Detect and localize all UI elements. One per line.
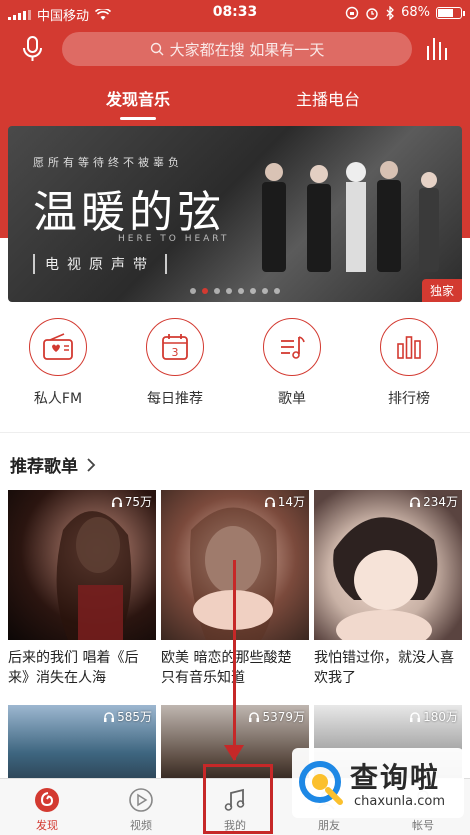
play-count: 585万 <box>103 708 152 725</box>
quick-entry-label: 私人FM <box>33 391 83 407</box>
recommended-playlists-header[interactable]: 推荐歌单 <box>10 452 96 477</box>
now-playing-icon[interactable] <box>424 34 452 62</box>
nav-label: 帐号 <box>412 819 434 832</box>
playlist-card[interactable]: 75万 后来的我们 唱着《后来》消失在人海 <box>8 490 156 688</box>
play-count: 14万 <box>264 493 305 510</box>
radio-icon <box>43 333 73 360</box>
banner-caption: 电视原声带 <box>33 254 167 274</box>
quick-entries: 私人FM 3 每日推荐 歌单 排行榜 <box>0 318 470 418</box>
play-count: 75万 <box>111 493 152 510</box>
quick-entry-label: 歌单 <box>278 391 306 407</box>
headphones-icon <box>410 711 421 722</box>
battery-percent: 68% <box>401 5 430 20</box>
nav-label: 发现 <box>36 819 58 832</box>
search-input[interactable]: 大家都在搜 如果有一天 <box>62 32 412 66</box>
playlist-cover: 585万 <box>8 705 156 785</box>
playlist-card[interactable]: 234万 我怕错过你，就没人喜欢我了 <box>314 490 462 688</box>
playlist-cover: 75万 <box>8 490 156 640</box>
quick-entry-charts[interactable]: 排行榜 <box>359 318 459 408</box>
video-icon <box>129 788 153 812</box>
promo-banner[interactable]: 愿所有等待终不被辜负 温暖的弦 HERE TO HEART 电视原声带 独家 <box>8 126 462 302</box>
playlist-description: 我怕错过你，就没人喜欢我了 <box>314 650 454 686</box>
svg-text:3: 3 <box>172 346 179 359</box>
headphones-icon <box>249 711 260 722</box>
section-divider <box>0 432 470 433</box>
site-watermark: 查询啦 chaxunla.com <box>292 748 464 818</box>
quick-entry-label: 每日推荐 <box>147 391 203 407</box>
annotation-arrow-head <box>224 745 244 761</box>
headphones-icon <box>104 711 115 722</box>
headphones-icon <box>111 496 122 507</box>
cover-figure <box>56 511 132 640</box>
annotation-arrow-line <box>233 560 236 760</box>
pagination-dot <box>274 288 280 294</box>
pagination-dot <box>226 288 232 294</box>
watermark-logo-icon <box>299 761 343 805</box>
nav-video[interactable]: 视频 <box>106 785 176 833</box>
nav-label: 视频 <box>130 819 152 832</box>
banner-pagination <box>8 288 462 294</box>
alarm-icon <box>366 7 378 20</box>
pagination-dot <box>190 288 196 294</box>
quick-entry-label: 排行榜 <box>388 391 430 407</box>
playlist-card[interactable]: 585万 <box>8 705 156 785</box>
play-count: 234万 <box>409 493 458 510</box>
playlist-description: 后来的我们 唱着《后来》消失在人海 <box>8 650 139 686</box>
pagination-dot <box>250 288 256 294</box>
nav-label: 朋友 <box>318 819 340 832</box>
section-title: 推荐歌单 <box>10 457 78 477</box>
microphone-icon[interactable] <box>18 34 48 64</box>
netease-music-icon <box>35 788 59 812</box>
banner-title: 温暖的弦 <box>33 187 225 238</box>
banner-english-title: HERE TO HEART <box>118 234 230 244</box>
chevron-right-icon <box>87 457 96 472</box>
pagination-dot <box>238 288 244 294</box>
app-header: 大家都在搜 如果有一天 <box>0 26 470 74</box>
annotation-highlight-box <box>203 764 273 834</box>
tab-anchor-radio[interactable]: 主播电台 <box>296 86 360 110</box>
playlist-cover: 234万 <box>314 490 462 640</box>
tab-discover-music[interactable]: 发现音乐 <box>106 86 170 120</box>
banner-cast-image <box>262 161 439 272</box>
playlist-icon <box>281 336 305 359</box>
chart-icon <box>397 336 421 359</box>
pagination-dot <box>262 288 268 294</box>
nav-discover[interactable]: 发现 <box>12 785 82 833</box>
status-bar: 中国移动 08:33 68% <box>0 0 470 26</box>
exclusive-badge: 独家 <box>421 279 462 302</box>
calendar-icon: 3 <box>162 334 188 360</box>
pagination-dot <box>214 288 220 294</box>
play-count: 180万 <box>409 708 458 725</box>
battery-icon <box>436 6 465 19</box>
quick-entry-private-fm[interactable]: 私人FM <box>8 318 108 408</box>
bluetooth-icon <box>386 5 395 20</box>
headphones-icon <box>410 496 421 507</box>
watermark-text: 查询啦 <box>350 761 441 794</box>
pagination-dot <box>202 288 208 294</box>
top-tabs: 发现音乐 主播电台 <box>0 80 470 120</box>
orientation-lock-icon <box>345 6 359 19</box>
cover-figure <box>333 517 438 640</box>
play-count: 5379万 <box>248 708 305 725</box>
search-placeholder: 大家都在搜 如果有一天 <box>169 40 325 59</box>
quick-entry-daily[interactable]: 3 每日推荐 <box>125 318 225 408</box>
quick-entry-playlist[interactable]: 歌单 <box>242 318 342 408</box>
search-icon <box>150 42 164 56</box>
headphones-icon <box>264 496 275 507</box>
watermark-url: chaxunla.com <box>354 794 445 809</box>
banner-subtitle: 愿所有等待终不被辜负 <box>33 156 183 169</box>
